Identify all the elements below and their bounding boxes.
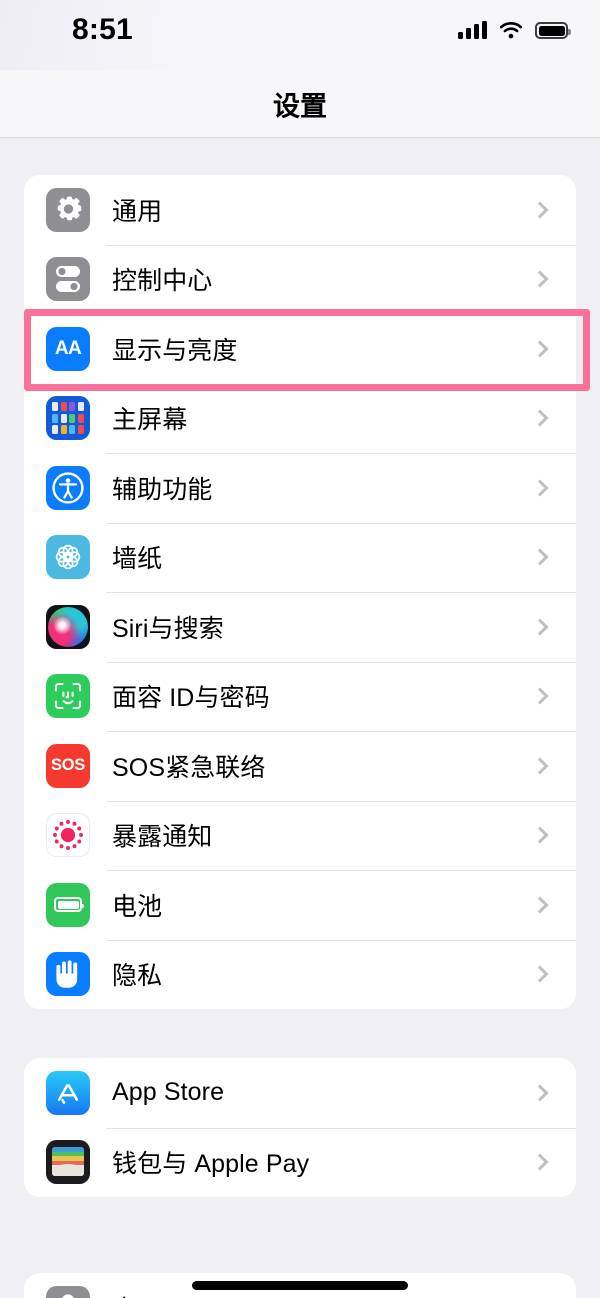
battery-icon (535, 22, 571, 39)
sidebar-item-label: 电池 (112, 892, 163, 921)
sidebar-item-face-id-passcode[interactable]: 面容 ID与密码 (24, 661, 576, 731)
sidebar-item-label: 面容 ID与密码 (112, 684, 270, 713)
chevron-right-icon (531, 409, 549, 427)
emergency-sos-icon: SOS (46, 743, 90, 788)
chevron-right-icon (531, 618, 549, 636)
sidebar-item-accessibility[interactable]: 辅助功能 (24, 453, 576, 523)
sidebar-item-general[interactable]: 通用 (24, 175, 576, 245)
navigation-bar: 设置 (0, 70, 600, 138)
sos-glyph: SOS (51, 756, 85, 775)
gear-icon (46, 187, 90, 232)
privacy-hand-icon (46, 952, 90, 997)
siri-icon (46, 604, 90, 649)
wallet-icon (46, 1140, 90, 1185)
chevron-right-icon (531, 548, 549, 566)
home-screen-icon (46, 396, 90, 441)
chevron-right-icon (531, 1153, 549, 1171)
chevron-right-icon (531, 340, 549, 358)
sidebar-item-battery[interactable]: 电池 (24, 870, 576, 940)
control-center-icon (46, 257, 90, 302)
status-bar: 8:51 (0, 0, 600, 70)
wifi-icon (499, 21, 523, 39)
sidebar-item-wallpaper[interactable]: 墙纸 (24, 522, 576, 592)
sidebar-item-label: App Store (112, 1078, 225, 1107)
siri-orb-glyph (48, 606, 88, 647)
sidebar-item-label: 通用 (112, 197, 163, 226)
sidebar-item-label: 墙纸 (112, 545, 163, 574)
sidebar-item-control-center[interactable]: 控制中心 (24, 244, 576, 314)
wallet-cards-glyph (52, 1147, 84, 1177)
battery-settings-icon (46, 882, 90, 927)
cellular-signal-icon (458, 21, 487, 39)
settings-scroll-view[interactable]: 通用 控制中心 AA 显示与亮度 主屏幕 辅助功能 墙纸 Siri与搜索 面容 … (0, 139, 600, 1298)
chevron-right-icon (531, 201, 549, 219)
sidebar-item-label: 密码 (112, 1290, 162, 1298)
sidebar-item-label: 辅助功能 (112, 475, 213, 504)
chevron-right-icon (531, 479, 549, 497)
sidebar-item-privacy[interactable]: 隐私 (24, 939, 576, 1009)
app-grid-glyph (52, 402, 84, 435)
sidebar-item-label: Siri与搜索 (112, 614, 224, 643)
sidebar-item-label: 隐私 (112, 962, 163, 991)
sidebar-item-exposure-notifications[interactable]: 暴露通知 (24, 800, 576, 870)
sidebar-item-siri-search[interactable]: Siri与搜索 (24, 592, 576, 662)
sidebar-item-home-screen[interactable]: 主屏幕 (24, 383, 576, 453)
settings-group-store: App Store 钱包与 Apple Pay (24, 1058, 576, 1197)
sidebar-item-emergency-sos[interactable]: SOS SOS紧急联络 (24, 731, 576, 801)
settings-group-system: 通用 控制中心 AA 显示与亮度 主屏幕 辅助功能 墙纸 Siri与搜索 面容 … (24, 175, 576, 1009)
sidebar-item-label: SOS紧急联络 (112, 753, 266, 782)
chevron-right-icon (531, 757, 549, 775)
page-title: 设置 (273, 91, 327, 121)
chevron-right-icon (531, 896, 549, 914)
sidebar-item-wallet-apple-pay[interactable]: 钱包与 Apple Pay (24, 1127, 576, 1197)
sidebar-item-label: 主屏幕 (112, 406, 188, 435)
aa-glyph: AA (54, 337, 82, 359)
chevron-right-icon (531, 965, 549, 983)
sidebar-item-label: 暴露通知 (112, 823, 213, 852)
face-id-icon (46, 674, 90, 719)
chevron-right-icon (531, 687, 549, 705)
sidebar-item-display-brightness[interactable]: AA 显示与亮度 (24, 314, 576, 384)
chevron-right-icon (531, 1084, 549, 1102)
sidebar-item-label: 控制中心 (112, 267, 213, 296)
app-store-icon (46, 1070, 90, 1115)
sidebar-item-label: 钱包与 Apple Pay (112, 1150, 310, 1179)
key-icon (46, 1285, 90, 1298)
battery-glyph (54, 897, 84, 913)
status-bar-indicators (458, 21, 571, 39)
accessibility-icon (46, 465, 90, 510)
wallpaper-icon (46, 535, 90, 580)
sidebar-item-label: 显示与亮度 (112, 336, 238, 365)
exposure-notification-icon (46, 813, 90, 858)
chevron-right-icon (531, 826, 549, 844)
home-indicator (192, 1281, 408, 1290)
sidebar-item-app-store[interactable]: App Store (24, 1058, 576, 1128)
display-brightness-icon: AA (46, 326, 90, 371)
status-bar-clock: 8:51 (72, 13, 133, 46)
chevron-right-icon (531, 270, 549, 288)
